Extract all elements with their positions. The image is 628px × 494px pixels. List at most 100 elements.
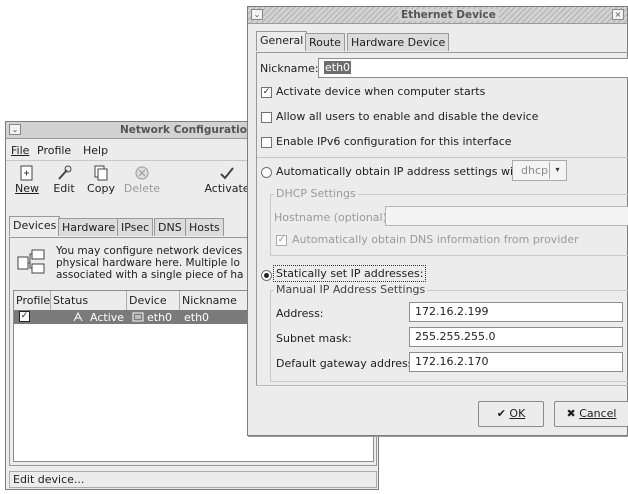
column-device[interactable]: Device (129, 294, 167, 307)
tab-dns-label: DNS (158, 221, 182, 234)
button-separator (256, 385, 628, 386)
devices-info-text: You may configure network devices physic… (56, 245, 243, 281)
info-line: physical hardware here. Multiple lo (56, 257, 240, 269)
allow-users-label: Allow all users to enable and disable th… (276, 110, 539, 123)
activate-on-boot-checkbox[interactable]: ✓ (261, 87, 272, 98)
column-divider (50, 291, 51, 310)
ok-check-icon: ✔ (496, 407, 506, 420)
tab-ipsec-label: IPsec (121, 221, 150, 234)
tab-devices-label: Devices (13, 219, 57, 232)
static-ip-label: Statically set IP addresses: (273, 265, 427, 282)
tab-route[interactable]: Route (305, 33, 345, 51)
row-nickname: eth0 (184, 311, 210, 324)
separator (257, 157, 628, 158)
gateway-value: 172.16.2.170 (415, 355, 489, 368)
cancel-button[interactable]: ✖ Cancel (554, 401, 628, 427)
delete-button[interactable]: Delete (122, 164, 162, 195)
dialog-titlebar[interactable]: ⌄ Ethernet Device × (248, 7, 627, 24)
tab-hosts[interactable]: Hosts (185, 218, 224, 236)
active-status-icon (73, 311, 83, 322)
delete-label: Delete (123, 182, 161, 195)
tab-general-label: General (260, 34, 304, 47)
network-window-title: Network Configuration (120, 124, 255, 136)
subnet-value: 255.255.255.0 (415, 330, 496, 343)
tab-route-label: Route (309, 36, 341, 49)
dhcp-select[interactable]: dhcp ▾ (512, 160, 567, 181)
column-nickname[interactable]: Nickname (182, 294, 237, 307)
copy-label: Copy (87, 182, 115, 195)
ipv6-label: Enable IPv6 configuration for this inter… (276, 135, 512, 148)
window-menu-icon[interactable]: ⌄ (251, 9, 263, 20)
ethernet-card-icon (132, 312, 144, 322)
info-line: You may configure network devices (56, 245, 243, 257)
column-status[interactable]: Status (53, 294, 88, 307)
statusbar-text: Edit device... (13, 473, 85, 486)
statusbar: Edit device... (9, 471, 377, 488)
row-status: Active (90, 311, 125, 324)
dhcp-settings-title: DHCP Settings (274, 187, 358, 200)
cancel-label: Cancel (579, 407, 617, 420)
dialog-title: Ethernet Device (398, 9, 499, 21)
subnet-label: Subnet mask: (276, 332, 352, 345)
new-icon (20, 165, 33, 181)
manual-ip-title: Manual IP Address Settings (274, 283, 428, 296)
dhcp-select-value: dhcp (521, 164, 548, 177)
general-panel: Nickname: eth0 ✓ Activate device when co… (256, 52, 628, 385)
window-menu-icon[interactable]: ⌄ (9, 124, 21, 135)
activate-on-boot-label: Activate device when computer starts (276, 85, 486, 98)
ipv6-checkbox[interactable] (261, 137, 272, 148)
tab-hardware-device[interactable]: Hardware Device (347, 33, 450, 51)
nickname-value: eth0 (324, 61, 352, 74)
tab-general[interactable]: General (256, 31, 308, 51)
gateway-field[interactable]: 172.16.2.170 (409, 352, 623, 372)
copy-button[interactable]: Copy (84, 164, 118, 195)
activate-button[interactable]: Activate (202, 164, 252, 195)
tab-hardware-label: Hardware (62, 221, 116, 234)
dialog-tabbar: General Route Hardware Device (256, 31, 628, 53)
delete-icon (135, 166, 149, 180)
network-device-icon (17, 249, 45, 274)
menu-profile[interactable]: Profile (37, 144, 71, 157)
new-button[interactable]: New (10, 164, 44, 195)
menu-file[interactable]: File (11, 144, 29, 157)
column-divider (179, 291, 180, 310)
row-device: eth0 (147, 311, 173, 324)
hostname-label: Hostname (optional): (274, 211, 391, 224)
close-icon[interactable]: × (612, 9, 624, 20)
gateway-label: Default gateway address: (276, 357, 418, 370)
cancel-x-icon: ✖ (566, 407, 576, 420)
hostname-field[interactable] (385, 206, 628, 226)
address-label: Address: (276, 307, 324, 320)
nickname-field[interactable]: eth0 (318, 58, 628, 78)
column-profile[interactable]: Profile (16, 294, 50, 307)
column-divider (126, 291, 127, 310)
new-label: New (15, 182, 39, 195)
profile-checkbox[interactable]: ✓ (19, 311, 30, 322)
tab-devices[interactable]: Devices (9, 216, 61, 236)
auto-dns-label: Automatically obtain DNS information fro… (292, 233, 579, 246)
wrench-icon (58, 165, 72, 180)
address-value: 172.16.2.199 (415, 305, 489, 318)
tab-ipsec[interactable]: IPsec (117, 218, 154, 236)
auto-ip-label: Automatically obtain IP address settings… (276, 165, 529, 178)
allow-users-checkbox[interactable] (261, 112, 272, 123)
auto-dns-checkbox[interactable]: ✓ (276, 235, 287, 246)
edit-button[interactable]: Edit (48, 164, 80, 195)
subnet-field[interactable]: 255.255.255.0 (409, 327, 623, 347)
tab-hardware-device-label: Hardware Device (351, 36, 446, 49)
tab-hardware[interactable]: Hardware (58, 218, 120, 236)
ok-label: OK (509, 407, 526, 420)
info-line: associated with a single piece of ha (56, 269, 244, 281)
ok-button[interactable]: ✔ OK (478, 401, 544, 427)
activate-label: Activate (204, 182, 250, 195)
tab-dns[interactable]: DNS (154, 218, 186, 236)
ethernet-device-dialog: ⌄ Ethernet Device × General Route Hardwa… (247, 6, 628, 436)
menu-help[interactable]: Help (83, 144, 108, 157)
dropdown-arrow-icon: ▾ (549, 162, 565, 179)
address-field[interactable]: 172.16.2.199 (409, 302, 623, 322)
menu-file-label: File (11, 144, 30, 157)
activate-check-icon (220, 167, 234, 180)
auto-ip-radio[interactable] (261, 167, 272, 178)
nickname-label: Nickname: (260, 62, 319, 75)
static-ip-radio[interactable] (261, 270, 272, 281)
